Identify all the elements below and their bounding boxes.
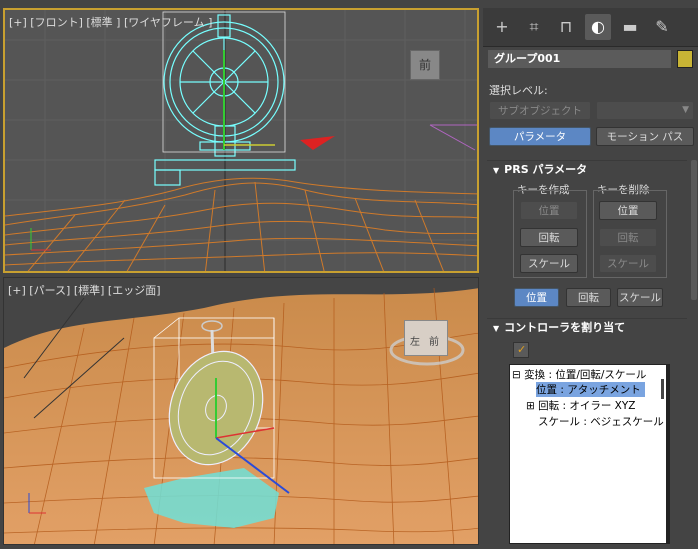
front-viewport-scene — [5, 10, 477, 271]
tree-item-position[interactable]: 位置 : アタッチメント — [536, 382, 645, 397]
rotation-mode-button[interactable]: 回転 — [566, 288, 611, 307]
scale-mode-button[interactable]: スケール — [617, 288, 663, 307]
viewcube-front[interactable]: 前 — [410, 50, 440, 80]
assign-controller-icon: ✓ — [517, 343, 527, 356]
object-color-swatch[interactable] — [677, 50, 693, 68]
tree-item-scale[interactable]: スケール : ベジェスケール — [538, 414, 664, 429]
controller-tree[interactable]: ⊟ 変換 : 位置/回転/スケール 位置 : アタッチメント ⊞ 回転 : オイ… — [509, 364, 667, 544]
tree-scroll-thumb[interactable] — [661, 379, 664, 399]
controller-rollout-title: コントローラを割り当て — [504, 321, 626, 334]
utilities-icon: ✎ — [655, 17, 669, 36]
position-mode-button[interactable]: 位置 — [514, 288, 559, 307]
selection-level-label: 選択レベル: — [489, 84, 548, 97]
motion-icon: ◐ — [591, 17, 605, 36]
create-position-key-button[interactable]: 位置 — [520, 201, 578, 220]
viewcube-perspective[interactable]: 左 前 — [404, 320, 448, 356]
perspective-viewport[interactable]: [+] [パース] [標準] [エッジ面] 左 前 — [3, 277, 479, 545]
modify-tab[interactable]: ⌗ — [521, 14, 547, 40]
parameters-button[interactable]: パラメータ — [489, 127, 591, 146]
delete-rotation-key-button[interactable]: 回転 — [599, 228, 657, 247]
plus-icon: + — [495, 17, 509, 36]
motion-paths-button[interactable]: モーション パス — [596, 127, 694, 146]
prs-rollout-title: PRS パラメータ — [504, 163, 588, 176]
tree-item-rotation[interactable]: ⊞ 回転 : オイラー XYZ — [526, 398, 636, 413]
tree-item-transform[interactable]: ⊟ 変換 : 位置/回転/スケール — [512, 367, 646, 382]
perspective-viewport-scene — [4, 278, 478, 544]
subobject-button[interactable]: サブオブジェクト — [489, 101, 591, 120]
collapse-triangle-icon: ▼ — [493, 166, 500, 175]
display-icon: ▬ — [622, 17, 638, 36]
prs-rollout-header[interactable]: ▼ PRS パラメータ — [487, 160, 687, 179]
motion-tab[interactable]: ◐ — [585, 14, 611, 40]
delete-scale-key-button[interactable]: スケール — [599, 254, 657, 273]
assign-controller-button[interactable]: ✓ — [513, 342, 529, 358]
viewcube-front-face-label: 前 — [429, 337, 439, 348]
hierarchy-tab[interactable]: ⊓ — [553, 14, 579, 40]
viewcube-left-label: 左 — [410, 337, 420, 348]
panel-scrollbar[interactable] — [691, 160, 697, 300]
modify-icon: ⌗ — [529, 17, 539, 36]
create-tab[interactable]: + — [489, 14, 515, 40]
hierarchy-icon: ⊓ — [559, 17, 573, 36]
command-panel: + ⌗ ⊓ ◐ ▬ ✎ グループ001 選択レベル: サブオブジェクト ▼ パラ… — [483, 0, 698, 549]
create-rotation-key-button[interactable]: 回転 — [520, 228, 578, 247]
create-scale-key-button[interactable]: スケール — [520, 254, 578, 273]
collapse-triangle-icon: ▼ — [493, 324, 500, 333]
display-tab[interactable]: ▬ — [617, 14, 643, 40]
perspective-viewport-label[interactable]: [+] [パース] [標準] [エッジ面] — [8, 282, 161, 298]
viewcube-front-label: 前 — [418, 58, 431, 72]
controller-rollout-header[interactable]: ▼ コントローラを割り当て — [487, 318, 687, 337]
tree-border — [667, 364, 670, 544]
object-name-field[interactable]: グループ001 — [488, 50, 671, 68]
utilities-tab[interactable]: ✎ — [649, 14, 675, 40]
delete-position-key-button[interactable]: 位置 — [599, 201, 657, 220]
front-viewport-label[interactable]: [+] [フロント] [標準 ] [ワイヤフレーム ] — [9, 14, 212, 30]
subobject-dropdown[interactable]: ▼ — [596, 101, 694, 120]
command-panel-tabs: + ⌗ ⊓ ◐ ▬ ✎ — [483, 8, 698, 47]
chevron-down-icon: ▼ — [682, 105, 689, 115]
front-viewport[interactable]: [+] [フロント] [標準 ] [ワイヤフレーム ] 前 — [3, 8, 479, 273]
